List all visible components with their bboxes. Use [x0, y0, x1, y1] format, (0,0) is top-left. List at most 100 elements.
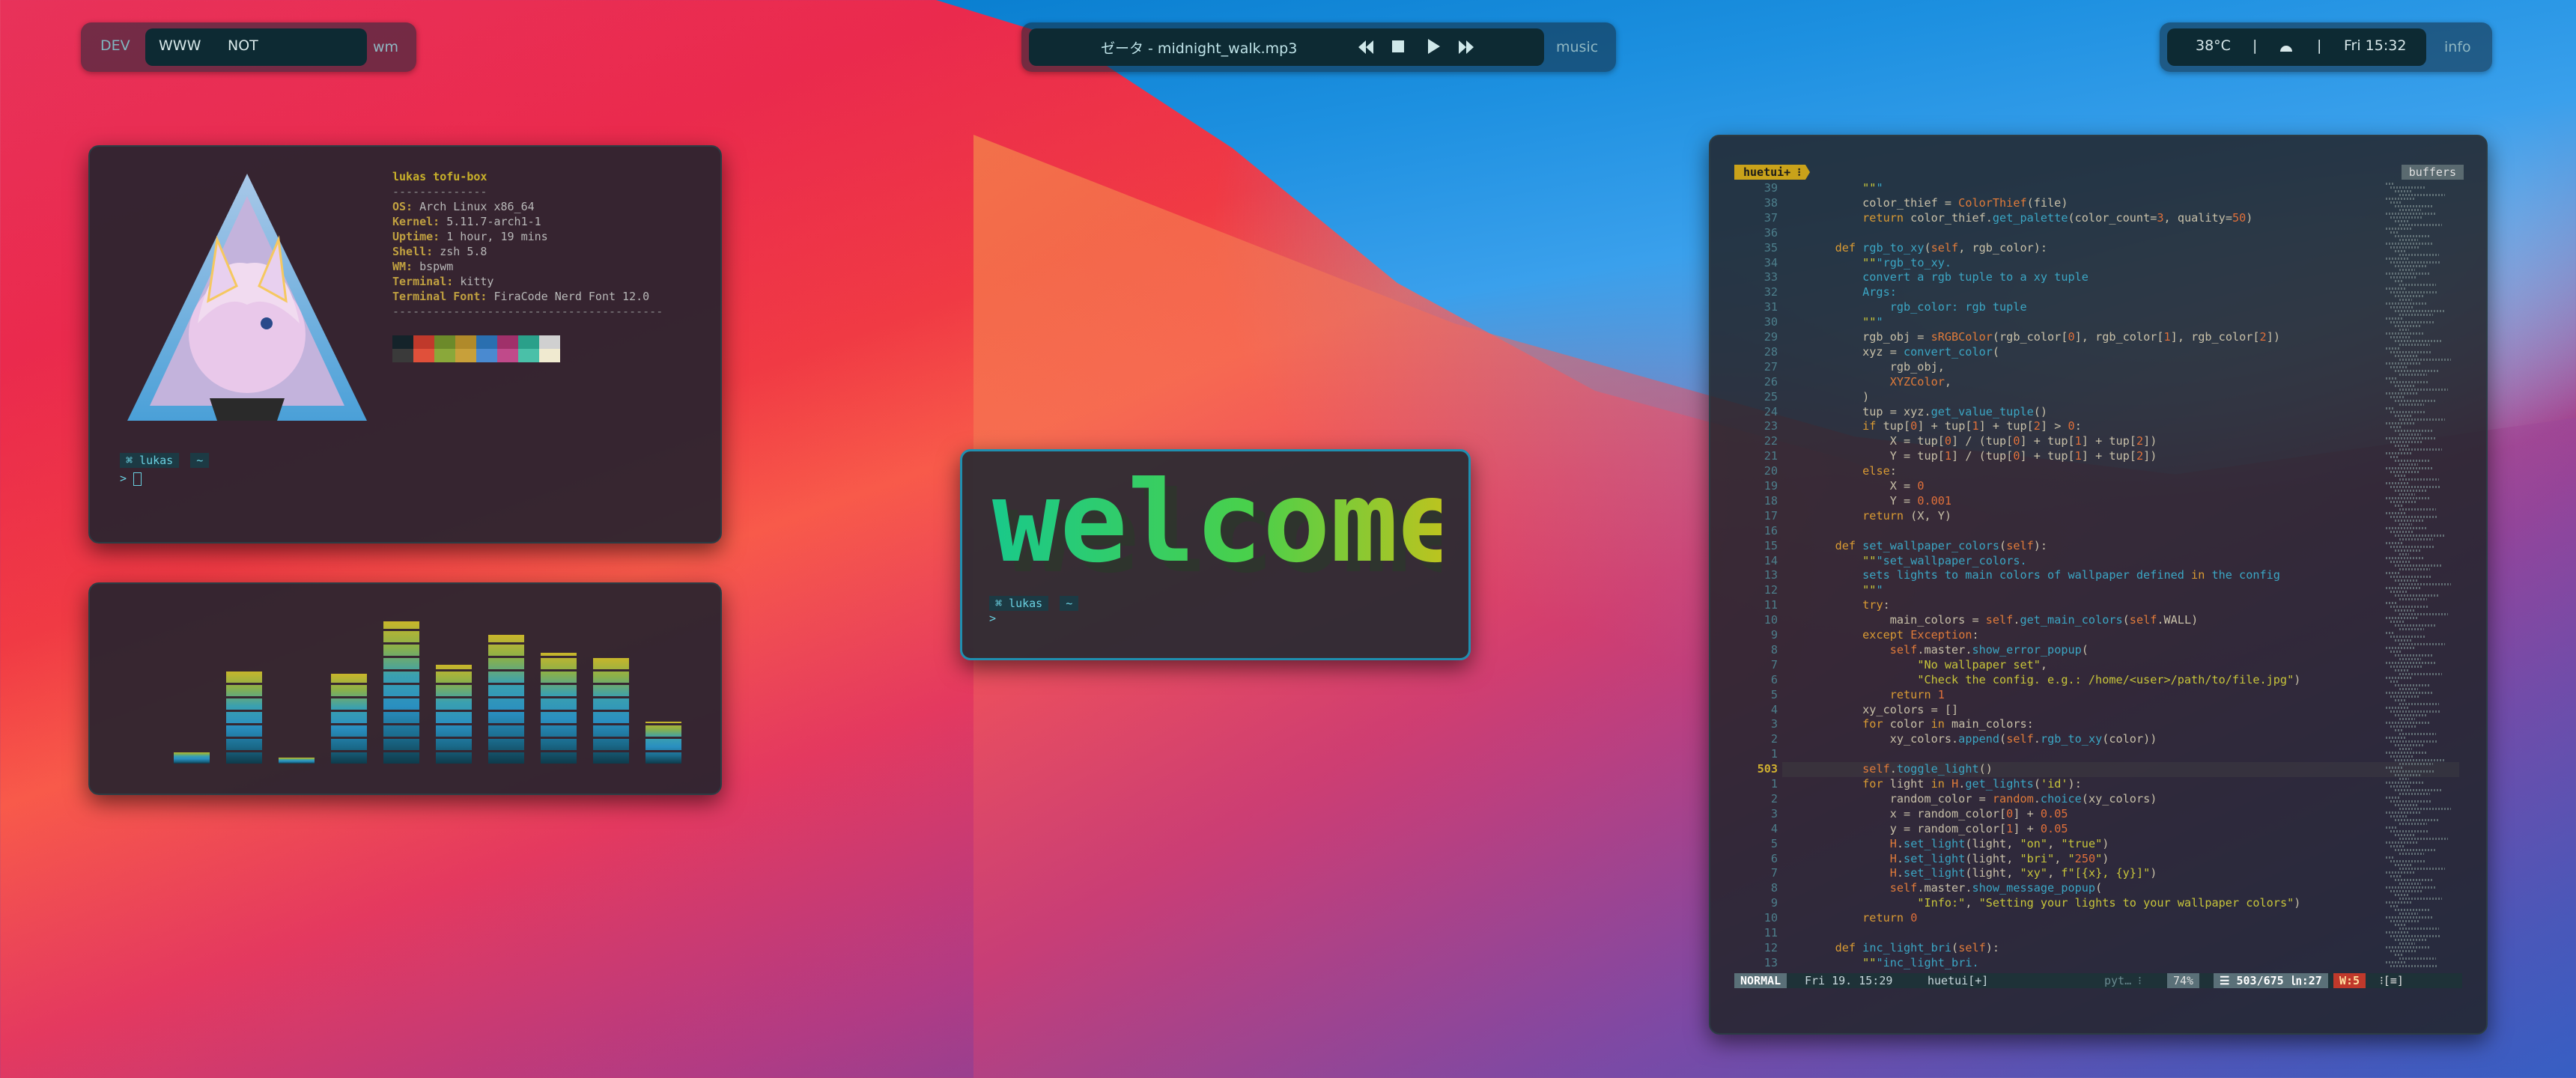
minimap-line: [2399, 793, 2430, 795]
code-editor[interactable]: huetui+ ⁝ buffers 39 38 37 36 35 34 33 32 31 30 29…: [1709, 135, 2488, 1035]
minimap-line: [2390, 321, 2434, 323]
minimap[interactable]: [2386, 183, 2461, 969]
line-number: 7: [1770, 657, 1778, 672]
line-number: 4: [1770, 821, 1778, 835]
play-icon[interactable]: [1426, 39, 1441, 54]
minimap-line: [2399, 718, 2415, 720]
mode-indicator: NORMAL: [1734, 973, 1787, 988]
line-number: 9: [1770, 628, 1778, 642]
minimap-line: [2399, 463, 2418, 466]
palette-swatch: [518, 349, 539, 362]
minimap-line: [2399, 314, 2433, 316]
minimap-line: [2386, 662, 2435, 664]
minimap-line: [2395, 445, 2410, 447]
minimap-line: [2399, 583, 2451, 585]
welcome-terminal[interactable]: welcome welcome ⌘ lukas ~ >: [960, 449, 1471, 660]
minimap-line: [2399, 658, 2421, 660]
minimap-line: [2395, 579, 2419, 582]
line-number: 22: [1764, 434, 1778, 448]
minimap-line: [2399, 763, 2433, 765]
code-line: def rgb_to_xy(self, rgb_color):: [1835, 240, 2048, 255]
line-number: 15: [1764, 538, 1778, 552]
line-number: 19: [1764, 479, 1778, 493]
minimap-line: [2390, 261, 2440, 264]
code-line: X = tup[0] / (tup[0] + tup[1] + tup[2]): [1808, 434, 2157, 448]
neofetch-terminal[interactable]: lukas tofu-box -------------- OS: Arch L…: [88, 145, 722, 543]
minimap-line: [2399, 344, 2430, 346]
palette-swatch: [455, 335, 476, 349]
minimap-line: [2395, 939, 2428, 941]
minimap-line: [2395, 759, 2446, 761]
workspace-dev[interactable]: DEV: [100, 37, 130, 54]
minimap-line: [2386, 737, 2405, 739]
palette-swatch: [476, 349, 497, 362]
minimap-line: [2386, 437, 2435, 439]
stop-icon[interactable]: [1392, 40, 1404, 52]
line-number: 6: [1770, 672, 1778, 686]
minimap-line: [2390, 366, 2408, 368]
minimap-line: [2395, 804, 2419, 806]
next-icon[interactable]: [1457, 40, 1475, 54]
statusline: NORMAL Fri 19. 15:29 huetui[+] pyt… ⁝ 74…: [1734, 973, 2462, 988]
line-number: 20: [1764, 464, 1778, 478]
shell-prompt[interactable]: ⌘ lukas ~ >: [120, 453, 210, 486]
status-filetype: pyt… ⁝: [2104, 974, 2142, 987]
prev-icon[interactable]: [1357, 40, 1375, 54]
palette-swatch: [497, 349, 518, 362]
line-number: 35: [1764, 240, 1778, 255]
minimap-line: [2390, 561, 2411, 563]
info-row-terminal: Terminal: kitty: [392, 274, 663, 289]
minimap-line: [2399, 209, 2421, 211]
line-number: 32: [1764, 285, 1778, 299]
visualizer-bar: [279, 758, 315, 764]
line-number: 29: [1764, 330, 1778, 344]
palette-swatch: [413, 349, 434, 362]
minimap-line: [2390, 710, 2440, 713]
minimap-line: [2386, 407, 2393, 409]
visualizer-bar: [383, 621, 419, 764]
minimap-line: [2386, 856, 2393, 859]
prompt-caret: >: [989, 612, 997, 625]
minimap-line: [2399, 448, 2442, 451]
minimap-line: [2395, 475, 2407, 477]
minimap-line: [2386, 811, 2420, 814]
prompt-dir: ~: [1060, 596, 1079, 611]
code-line: """rgb_to_xy.: [1862, 255, 1952, 270]
host-title: lukas tofu-box: [392, 170, 487, 183]
shell-prompt[interactable]: ⌘ lukas ~ >: [989, 596, 1079, 625]
minimap-line: [2390, 755, 2414, 758]
minimap-line: [2390, 800, 2431, 803]
code-line: XYZColor,: [1889, 374, 1952, 389]
music-tag: music: [1556, 39, 1599, 55]
workspace-www[interactable]: WWW: [159, 37, 201, 54]
code-line: rgb_obj = sRGBColor(rgb_color[0], rgb_co…: [1808, 330, 2280, 344]
workspace-not[interactable]: NOT: [228, 37, 258, 54]
info-tag: info: [2444, 39, 2471, 55]
minimap-line: [2390, 336, 2411, 338]
label: Kernel:: [392, 215, 440, 228]
code-line: Y = 0.001: [1808, 493, 1952, 508]
minimap-line: [2390, 830, 2428, 832]
visualizer-bar: [488, 635, 524, 764]
status-warnings: W:5: [2333, 973, 2366, 988]
minimap-line: [2390, 860, 2425, 862]
line-number: 16: [1764, 523, 1778, 538]
minimap-line: [2390, 890, 2422, 892]
minimap-line: [2395, 774, 2422, 776]
minimap-line: [2386, 557, 2423, 559]
code-line: y = random_color[1] + 0.05: [1808, 821, 2068, 835]
code-line: x = random_color[0] + 0.05: [1808, 806, 2068, 820]
minimap-line: [2399, 254, 2439, 256]
minimap-line: [2399, 598, 2427, 600]
code-line: Y = tup[1] / (tup[0] + tup[1] + tup[2]): [1808, 449, 2157, 463]
minimap-line: [2390, 606, 2428, 608]
label: Terminal Font:: [392, 290, 487, 303]
minimap-line: [2395, 819, 2440, 821]
minimap-line: [2390, 935, 2440, 937]
minimap-line: [2386, 422, 2414, 424]
minimap-line: [2386, 198, 2414, 200]
editor-tab[interactable]: huetui+ ⁝: [1734, 165, 1811, 180]
minimap-line: [2395, 729, 2404, 731]
minimap-line: [2386, 916, 2432, 919]
line-number: 38: [1764, 195, 1778, 210]
